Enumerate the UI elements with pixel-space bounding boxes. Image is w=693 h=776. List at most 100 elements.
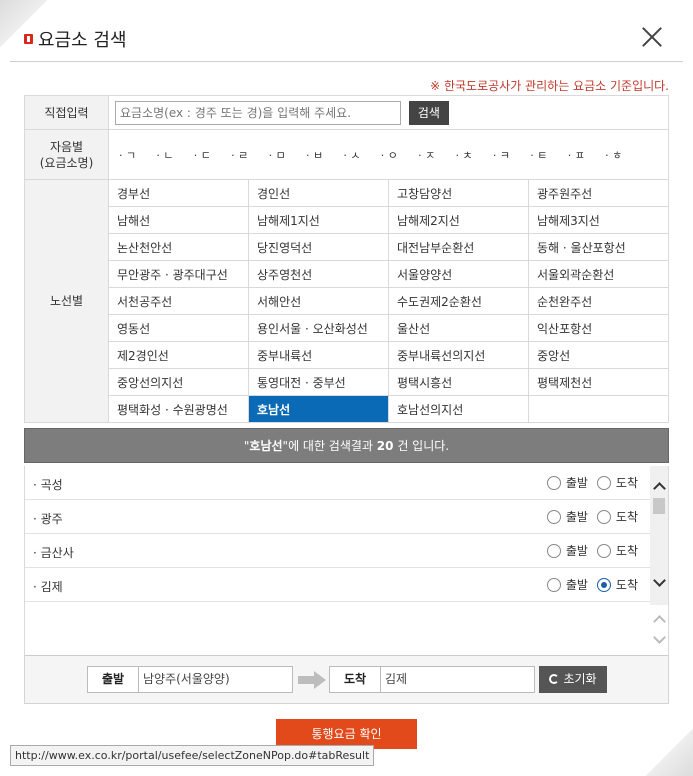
consonant-label: 자음별 (요금소명)	[24, 129, 109, 180]
route-item[interactable]: 논산천안선	[108, 233, 249, 261]
route-item[interactable]: 평택제천선	[528, 368, 669, 396]
secondary-scrollbar	[650, 605, 668, 655]
route-item[interactable]: 상주영천선	[248, 260, 389, 288]
route-item[interactable]: 평택화성 · 수원광명선	[108, 395, 249, 423]
consonant-item[interactable]: ㅈ	[418, 147, 455, 163]
tollgate-name[interactable]: 광주	[33, 510, 63, 527]
route-item[interactable]: 중앙선	[528, 341, 669, 369]
arrive-radio[interactable]	[596, 509, 611, 524]
consonant-item[interactable]: ㅍ	[568, 147, 605, 163]
route-item[interactable]: 호남선의지선	[388, 395, 529, 423]
result-mid-text: 에 대한 검색결과	[288, 439, 377, 453]
depart-radio-label: 출발	[565, 476, 588, 490]
route-item[interactable]: 영동선	[108, 314, 249, 342]
route-item[interactable]: 순천완주선	[528, 287, 669, 315]
consonant-item[interactable]: ㅋ	[493, 147, 530, 163]
route-item[interactable]: 익산포항선	[528, 314, 669, 342]
route-item[interactable]: 호남선	[248, 395, 389, 423]
result-summary-bar: "호남선"에 대한 검색결과 20 건 입니다.	[24, 428, 669, 463]
route-item[interactable]: 중부내륙선	[248, 341, 389, 369]
list-item: 곡성 출발 도착	[25, 466, 652, 500]
direction-radios: 출발 도착	[546, 474, 642, 491]
tollgate-name[interactable]: 김제	[33, 578, 63, 595]
consonant-item[interactable]: ㅌ	[530, 147, 567, 163]
arrive-radio[interactable]	[596, 475, 611, 490]
reset-button[interactable]: 초기화	[539, 666, 607, 693]
close-icon[interactable]	[639, 24, 665, 50]
route-item[interactable]: 남해제1지선	[248, 206, 389, 234]
arrow-right-icon	[298, 671, 328, 689]
consonant-item[interactable]: ㄱ	[119, 147, 156, 163]
route-item[interactable]: 무안광주 · 광주대구선	[108, 260, 249, 288]
corner-decoration-bottom-right	[645, 728, 693, 776]
scroll-thumb[interactable]	[653, 498, 665, 514]
route-item[interactable]: 당진영덕선	[248, 233, 389, 261]
list-item: 광주 출발 도착	[25, 500, 652, 534]
route-item[interactable]: 울산선	[388, 314, 529, 342]
route-item[interactable]: 광주원주선	[528, 179, 669, 207]
scroll-down-icon-disabled	[653, 633, 665, 645]
route-item[interactable]: 대전남부순환선	[388, 233, 529, 261]
route-item[interactable]: 서천공주선	[108, 287, 249, 315]
consonant-item[interactable]: ㅊ	[456, 147, 493, 163]
route-item[interactable]: 중부내륙선의지선	[388, 341, 529, 369]
route-item[interactable]: 중앙선의지선	[108, 368, 249, 396]
popup-header: 요금소 검색	[10, 14, 683, 62]
scroll-down-icon[interactable]	[653, 576, 665, 588]
route-item[interactable]: 서울외곽순환선	[528, 260, 669, 288]
notice-text: ※ 한국도로공사가 관리하는 요금소 기준입니다.	[430, 79, 669, 93]
reset-label: 초기화	[563, 672, 597, 686]
routes-label: 노선별	[24, 179, 109, 423]
result-list-panel: 곡성출발도착광주출발도착금산사출발도착김제출발도착	[24, 466, 669, 656]
route-item[interactable]: 평택시흥선	[388, 368, 529, 396]
title-bullet-icon	[24, 34, 33, 44]
route-item[interactable]: 수도권제2순환선	[388, 287, 529, 315]
route-item[interactable]: 통영대전 · 중부선	[248, 368, 389, 396]
depart-radio[interactable]	[546, 543, 561, 558]
route-item[interactable]: 서해안선	[248, 287, 389, 315]
search-button[interactable]: 검색	[408, 100, 449, 125]
depart-field: 남양주(서울양양)	[138, 666, 293, 693]
route-item[interactable]: 용인서울 · 오산화성선	[248, 314, 389, 342]
direction-radios: 출발 도착	[546, 542, 642, 559]
result-tail-text: 건 입니다.	[393, 439, 450, 453]
arrive-radio-label: 도착	[615, 578, 638, 592]
page-title: 요금소 검색	[38, 30, 127, 51]
tollgate-name[interactable]: 곡성	[33, 476, 63, 493]
result-count: 20	[376, 439, 394, 453]
route-item[interactable]: 서울양양선	[388, 260, 529, 288]
route-summary: 출발 남양주(서울양양) 도착 김제 초기화	[24, 656, 669, 704]
route-item[interactable]: 제2경인선	[108, 341, 249, 369]
depart-radio[interactable]	[546, 577, 561, 592]
list-item: 김제 출발 도착	[25, 568, 652, 602]
search-input[interactable]	[115, 100, 401, 125]
route-item[interactable]: 고창담양선	[388, 179, 529, 207]
route-item[interactable]: 남해선	[108, 206, 249, 234]
consonant-item[interactable]: ㄴ	[156, 147, 193, 163]
result-list[interactable]: 곡성출발도착광주출발도착금산사출발도착김제출발도착	[25, 466, 652, 605]
arrive-radio[interactable]	[596, 577, 611, 592]
consonant-item[interactable]: ㄷ	[194, 147, 231, 163]
route-cell-empty	[528, 395, 669, 423]
consonant-item[interactable]: ㅎ	[605, 147, 642, 163]
depart-radio-label: 출발	[565, 578, 588, 592]
consonant-item[interactable]: ㅂ	[306, 147, 343, 163]
arrive-radio[interactable]	[596, 543, 611, 558]
depart-radio[interactable]	[546, 509, 561, 524]
route-item[interactable]: 남해제2지선	[388, 206, 529, 234]
tollgate-name[interactable]: 금산사	[33, 544, 74, 561]
status-bar-url: http://www.ex.co.kr/portal/usefee/select…	[10, 745, 375, 766]
arrive-radio-label: 도착	[615, 510, 638, 524]
route-item[interactable]: 동해 · 울산포항선	[528, 233, 669, 261]
consonant-item[interactable]: ㄹ	[231, 147, 268, 163]
depart-radio[interactable]	[546, 475, 561, 490]
depart-radio-label: 출발	[565, 544, 588, 558]
scrollbar[interactable]	[650, 466, 668, 605]
route-item[interactable]: 경인선	[248, 179, 389, 207]
scroll-up-icon[interactable]	[653, 480, 665, 492]
route-item[interactable]: 남해제3지선	[528, 206, 669, 234]
consonant-item[interactable]: ㅇ	[381, 147, 418, 163]
consonant-item[interactable]: ㅅ	[343, 147, 380, 163]
consonant-item[interactable]: ㅁ	[269, 147, 306, 163]
route-item[interactable]: 경부선	[108, 179, 249, 207]
